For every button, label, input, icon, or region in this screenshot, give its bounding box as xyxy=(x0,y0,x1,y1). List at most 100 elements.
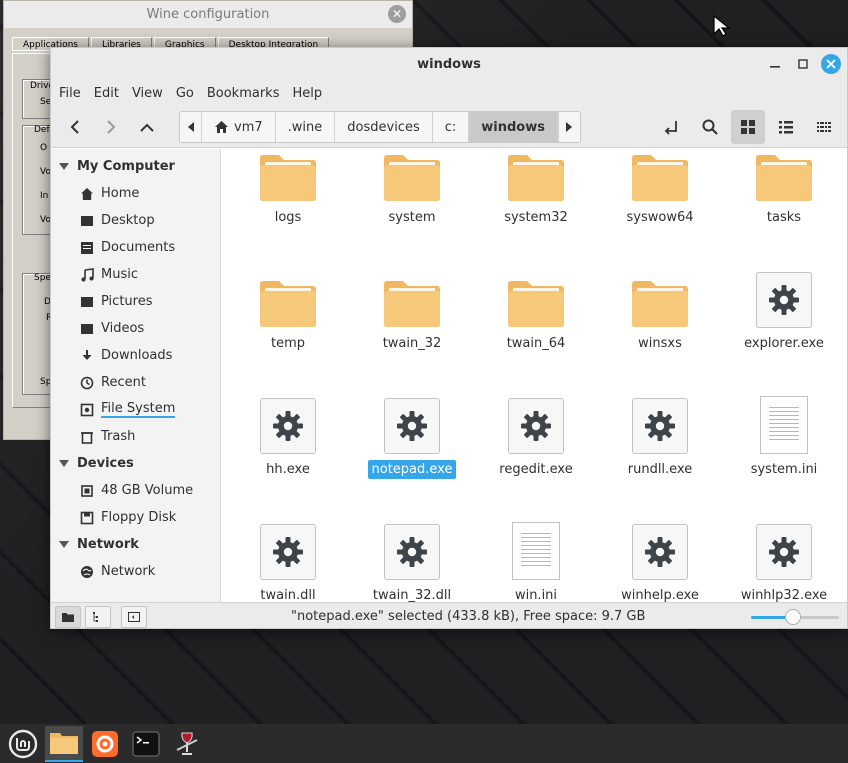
document-icon xyxy=(760,396,808,454)
file-item[interactable]: syswow64 xyxy=(605,149,715,227)
sidebar-item-network[interactable]: Network xyxy=(51,558,220,585)
crumb-wine[interactable]: .wine xyxy=(275,112,336,142)
wine-titlebar[interactable]: Wine configuration ✕ xyxy=(4,1,412,28)
menu-view[interactable]: View xyxy=(132,86,170,101)
path-scroll-left-button[interactable] xyxy=(180,112,202,142)
sidebar-item-pictures[interactable]: Pictures xyxy=(51,288,220,315)
compact-view-button[interactable] xyxy=(807,110,841,144)
zoom-slider[interactable] xyxy=(751,609,839,625)
file-item[interactable]: twain_32 xyxy=(357,268,467,353)
gear-icon xyxy=(756,524,812,580)
file-name: regedit.exe xyxy=(499,462,573,477)
sidebar-section-devices[interactable]: Devices xyxy=(51,450,220,477)
file-manager-window[interactable]: windows File Edit View Go Bookmarks Help xyxy=(50,47,848,629)
sidebar-item-documents[interactable]: Documents xyxy=(51,234,220,261)
text-line xyxy=(521,553,551,554)
file-name: twain_32.dll xyxy=(372,588,452,602)
file-name: system.ini xyxy=(750,462,818,477)
sidebar-item-48gb-volume[interactable]: 48 GB Volume xyxy=(51,477,220,504)
search-button[interactable] xyxy=(693,110,727,144)
sidebar-item-videos[interactable]: Videos xyxy=(51,315,220,342)
file-item[interactable]: winhelp.exe xyxy=(605,520,715,602)
menu-go[interactable]: Go xyxy=(176,86,201,101)
executable-gear-icon xyxy=(258,394,318,454)
icon-view-button[interactable] xyxy=(731,110,765,144)
sidebar-item-floppy-disk[interactable]: Floppy Disk xyxy=(51,504,220,531)
sidebar-item-file-system[interactable]: File System xyxy=(51,396,220,423)
sidebar-item-trash[interactable]: Trash xyxy=(51,423,220,450)
minimize-icon[interactable] xyxy=(765,54,785,74)
toggle-location-button[interactable] xyxy=(655,110,689,144)
taskbar-files-button[interactable] xyxy=(45,725,83,762)
file-item[interactable]: winhlp32.exe xyxy=(729,520,839,602)
crumb-dosdevices[interactable]: dosdevices xyxy=(335,112,433,142)
documents-icon xyxy=(79,240,95,256)
wine-label: O xyxy=(40,143,48,153)
sidebar-item-recent[interactable]: Recent xyxy=(51,369,220,396)
file-item[interactable]: twain_32.dll xyxy=(357,520,467,602)
file-item[interactable]: logs xyxy=(233,149,343,227)
sidebar-item-home[interactable]: Home xyxy=(51,180,220,207)
file-item[interactable]: winsxs xyxy=(605,268,715,353)
gear-icon xyxy=(632,524,688,580)
gear-icon xyxy=(260,524,316,580)
folder-icon xyxy=(630,149,690,202)
sidebar-section-my-computer[interactable]: My Computer xyxy=(51,153,220,180)
file-item[interactable]: rundll.exe xyxy=(605,394,715,479)
mint-menu-button[interactable] xyxy=(4,726,42,762)
menubar: File Edit View Go Bookmarks Help xyxy=(51,80,847,106)
file-item[interactable]: tasks xyxy=(729,149,839,227)
file-item[interactable]: system xyxy=(357,149,467,227)
menu-edit[interactable]: Edit xyxy=(94,86,126,101)
file-item[interactable]: system32 xyxy=(481,149,591,227)
taskbar-terminal-button[interactable] xyxy=(127,726,165,762)
wine-label: Def xyxy=(34,125,50,135)
close-icon[interactable] xyxy=(821,54,841,74)
file-grid[interactable]: logs system system32 syswow64 tasks temp twain… xyxy=(222,149,847,602)
menu-bookmarks[interactable]: Bookmarks xyxy=(207,86,287,101)
file-item[interactable]: notepad.exe xyxy=(357,394,467,479)
show-places-button[interactable] xyxy=(55,605,81,628)
crumb-windows[interactable]: windows xyxy=(469,112,558,142)
file-item[interactable]: system.ini xyxy=(729,394,839,479)
sidebar-item-downloads[interactable]: Downloads xyxy=(51,342,220,369)
file-item[interactable]: win.ini xyxy=(481,520,591,602)
sidebar-section-title: Devices xyxy=(77,456,134,471)
back-button[interactable] xyxy=(57,110,93,144)
hide-sidebar-button[interactable] xyxy=(121,605,147,628)
text-line xyxy=(521,545,551,546)
maximize-icon[interactable] xyxy=(793,54,813,74)
file-item[interactable]: explorer.exe xyxy=(729,268,839,353)
sidebar-item-desktop[interactable]: Desktop xyxy=(51,207,220,234)
file-item[interactable]: twain.dll xyxy=(233,520,343,602)
crumb-vm7[interactable]: vm7 xyxy=(202,112,276,142)
menu-file[interactable]: File xyxy=(59,86,88,101)
text-line xyxy=(521,541,551,542)
taskbar-wine-button[interactable] xyxy=(168,726,206,762)
taskbar-firefox-button[interactable] xyxy=(86,726,124,762)
path-scroll-right-button[interactable] xyxy=(557,112,580,142)
sidebar-item-label: Home xyxy=(101,186,140,201)
file-name: system xyxy=(388,210,436,225)
up-button[interactable] xyxy=(129,110,165,144)
show-treeview-button[interactable] xyxy=(85,605,111,628)
crumb-c-drive[interactable]: c: xyxy=(432,112,470,142)
forward-button[interactable] xyxy=(93,110,129,144)
music-icon xyxy=(79,267,95,283)
menu-help[interactable]: Help xyxy=(292,86,329,101)
sidebar-section-network[interactable]: Network xyxy=(51,531,220,558)
zoom-handle[interactable] xyxy=(785,609,802,625)
list-view-icon xyxy=(779,121,793,134)
wine-close-icon[interactable]: ✕ xyxy=(388,5,406,23)
file-name: winhelp.exe xyxy=(621,588,699,602)
file-item[interactable]: twain_64 xyxy=(481,268,591,353)
list-view-button[interactable] xyxy=(769,110,803,144)
titlebar[interactable]: windows xyxy=(51,48,847,80)
sidebar-item-music[interactable]: Music xyxy=(51,261,220,288)
file-item[interactable]: regedit.exe xyxy=(481,394,591,479)
wine-icon xyxy=(176,732,198,755)
file-item[interactable]: hh.exe xyxy=(233,394,343,479)
file-item[interactable]: temp xyxy=(233,268,343,353)
sidebar-item-label: Downloads xyxy=(101,348,173,363)
executable-gear-icon xyxy=(630,520,690,580)
